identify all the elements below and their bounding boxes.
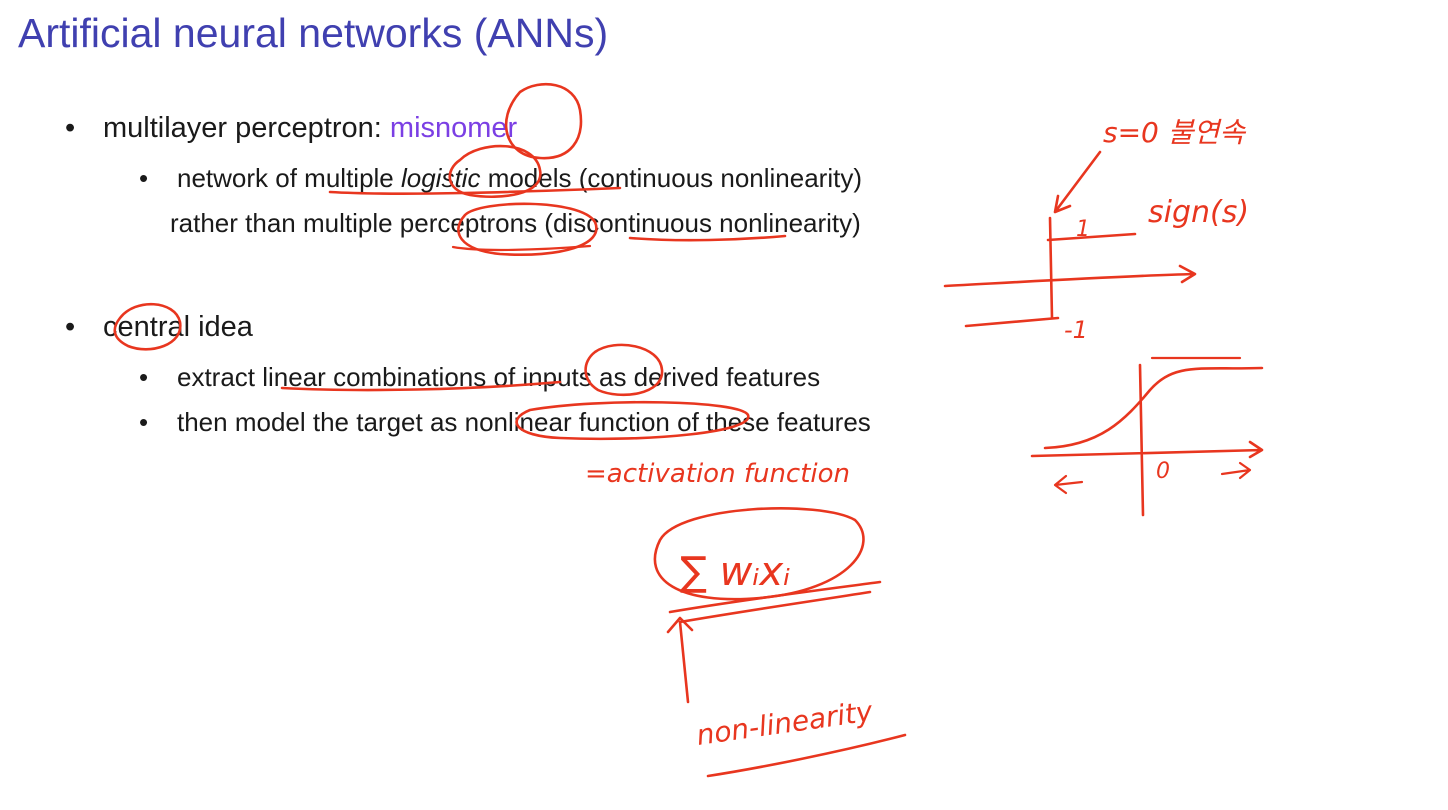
bullet-central-idea: • central idea	[65, 311, 253, 344]
ink-underline-sum-1	[668, 580, 882, 614]
note-step-one: 1	[1076, 217, 1090, 242]
bullet-text: multilayer perceptron:	[103, 112, 390, 144]
bullet-dot: •	[65, 112, 76, 144]
ink-circle-misnomer	[504, 82, 583, 160]
bullet-dot: •	[139, 362, 149, 392]
ink-sigmoid-yaxis	[1138, 363, 1145, 517]
note-sigmoid-zero: 0	[1156, 459, 1170, 484]
sub-bullet-logistic-models: • network of multiple logistic models (c…	[139, 163, 863, 194]
bullet-dot: •	[65, 311, 76, 343]
ink-sigmoid-xaxis	[1030, 440, 1264, 459]
sub-bullet-text: extract linear combinations of inputs as…	[177, 362, 821, 392]
bullet-text: central idea	[103, 311, 253, 343]
logistic-italic: logistic	[400, 163, 481, 193]
ink-arrow-right	[1220, 461, 1252, 480]
sub-bullet-text-b: models (continuous nonlinearity)	[480, 163, 863, 193]
bullet-multilayer-perceptron: • multilayer perceptron: misnomer	[65, 112, 518, 145]
sub-bullet-continuation: rather than multiple perceptrons (discon…	[170, 208, 861, 239]
ink-step-upper	[1046, 232, 1137, 242]
ink-sigmoid-curve	[1043, 366, 1264, 450]
bullet-dot: •	[139, 163, 149, 193]
ink-arrow-to-step	[1053, 150, 1102, 214]
sub-bullet-nonlinear-function: • then model the target as nonlinear fun…	[139, 407, 871, 438]
note-activation-function: =activation function	[585, 459, 850, 489]
ink-pointer-up	[666, 616, 694, 704]
note-step-discontinuous: s=0 불연속	[1103, 116, 1246, 149]
sub-bullet-linear-combinations: • extract linear combinations of inputs …	[139, 362, 821, 393]
ink-circle-sum	[653, 507, 865, 601]
sub-bullet-text-a: network of multiple	[177, 163, 401, 193]
sub-bullet-text-c: rather than multiple perceptrons (discon…	[170, 208, 861, 238]
note-step-minus-one: -1	[1064, 316, 1088, 344]
ink-underline-perceptrons	[451, 244, 592, 252]
ink-step-lower	[964, 316, 1060, 328]
ink-step-vertical	[1048, 216, 1054, 320]
ink-arrow-left	[1053, 474, 1084, 495]
note-nonlinearity: non-linearity	[694, 695, 875, 752]
note-sum-formula: ∑ wᵢxᵢ	[680, 549, 790, 595]
ink-step-axis	[943, 264, 1197, 288]
sub-bullet-text: then model the target as nonlinear funct…	[177, 407, 871, 437]
note-sign: sign(s)	[1148, 195, 1249, 230]
ink-underline-nonlinearity	[706, 733, 907, 778]
bullet-dot: •	[139, 407, 149, 437]
slide-title: Artificial neural networks (ANNs)	[18, 10, 609, 56]
ink-underline-sum-2	[678, 590, 872, 624]
misnomer-highlight: misnomer	[389, 112, 518, 144]
